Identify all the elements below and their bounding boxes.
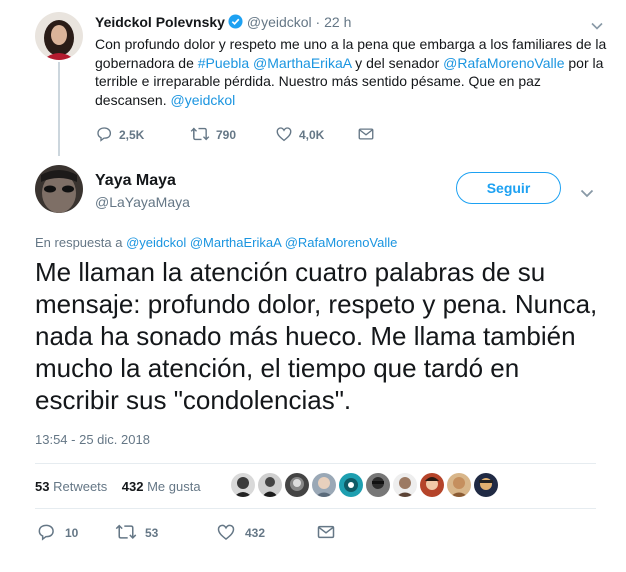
tweet-text: Con profundo dolor y respeto me uno a la… <box>95 35 610 109</box>
reply-icon <box>95 125 119 146</box>
heart-icon <box>215 522 245 545</box>
avatar[interactable] <box>35 12 83 60</box>
chevron-down-icon[interactable] <box>591 17 603 35</box>
thread-line <box>58 62 60 156</box>
like-button[interactable]: 432 <box>215 522 315 545</box>
author-name[interactable]: Yaya Maya <box>95 172 176 190</box>
retweets-stat[interactable]: 53 Retweets <box>35 479 107 494</box>
liker-avatar[interactable] <box>258 473 282 497</box>
reply-context: En respuesta a @yeidckol @MarthaErikaA @… <box>35 235 397 250</box>
tweet-text: Me llaman la atención cuatro palabras de… <box>35 257 598 415</box>
retweet-button[interactable]: 53 <box>115 522 215 545</box>
follow-button[interactable]: Seguir <box>456 172 561 204</box>
parent-header: Yeidckol Polevnsky @yeidckol · 22 h <box>95 14 351 32</box>
divider <box>35 508 596 509</box>
tweet-text-segment: y del senador <box>351 54 444 71</box>
reply-prefix: En respuesta a <box>35 235 123 250</box>
like-count: 432 <box>245 526 266 540</box>
liker-avatar[interactable] <box>339 473 363 497</box>
liker-avatar[interactable] <box>393 473 417 497</box>
reply-button[interactable]: 10 <box>35 522 115 545</box>
envelope-icon <box>357 125 381 146</box>
like-button[interactable]: 4,0K <box>275 125 357 146</box>
chevron-down-icon[interactable] <box>580 185 594 203</box>
liker-avatar[interactable] <box>312 473 336 497</box>
likes-stat[interactable]: 432 Me gusta <box>122 479 201 494</box>
direct-message-button[interactable] <box>315 522 345 545</box>
liker-avatars <box>231 473 501 497</box>
retweets-stat-label: Retweets <box>53 479 108 494</box>
hashtag-link[interactable]: #Puebla <box>198 55 249 71</box>
liker-avatar[interactable] <box>420 473 444 497</box>
retweet-button[interactable]: 790 <box>190 125 275 146</box>
reply-button[interactable]: 2,5K <box>95 125 190 146</box>
liker-avatar[interactable] <box>447 473 471 497</box>
tweet-time[interactable]: 22 h <box>324 14 351 30</box>
reply-count: 10 <box>65 526 79 540</box>
liker-avatar[interactable] <box>285 473 309 497</box>
reply-icon <box>35 522 65 545</box>
tweet-actions: 10 53 432 <box>35 523 345 543</box>
avatar[interactable] <box>35 165 83 213</box>
retweets-stat-count: 53 <box>35 479 50 494</box>
author-handle[interactable]: @LaYayaMaya <box>95 194 190 210</box>
separator-dot: · <box>315 14 321 30</box>
liker-avatar[interactable] <box>474 473 498 497</box>
retweet-count: 790 <box>216 128 237 142</box>
likes-stat-label: Me gusta <box>147 479 201 494</box>
mention-link[interactable]: @RafaMorenoValle <box>443 55 564 71</box>
heart-icon <box>275 125 299 146</box>
retweet-icon <box>190 125 216 146</box>
envelope-icon <box>315 522 345 545</box>
tweet-actions: 2,5K 790 4,0K <box>95 126 381 144</box>
retweet-icon <box>115 522 145 545</box>
reply-count: 2,5K <box>119 128 145 142</box>
verified-badge-icon <box>228 14 243 32</box>
like-count: 4,0K <box>299 128 325 142</box>
liker-avatar[interactable] <box>366 473 390 497</box>
tweet-timestamp[interactable]: 13:54 - 25 dic. 2018 <box>35 432 150 447</box>
divider <box>35 463 596 464</box>
direct-message-button[interactable] <box>357 125 381 146</box>
reply-mentions[interactable]: @yeidckol @MarthaErikaA @RafaMorenoValle <box>126 235 397 250</box>
author-name[interactable]: Yeidckol Polevnsky <box>95 14 225 30</box>
author-handle[interactable]: @yeidckol <box>247 14 312 30</box>
retweet-count: 53 <box>145 526 159 540</box>
mention-link[interactable]: @yeidckol <box>171 92 236 108</box>
liker-avatar[interactable] <box>231 473 255 497</box>
tweet-stats: 53 Retweets 432 Me gusta <box>35 479 201 494</box>
parent-tweet: Yeidckol Polevnsky @yeidckol · 22 h Con … <box>0 0 626 160</box>
mention-link[interactable]: @MarthaErikaA <box>253 55 351 71</box>
likes-stat-count: 432 <box>121 479 144 494</box>
